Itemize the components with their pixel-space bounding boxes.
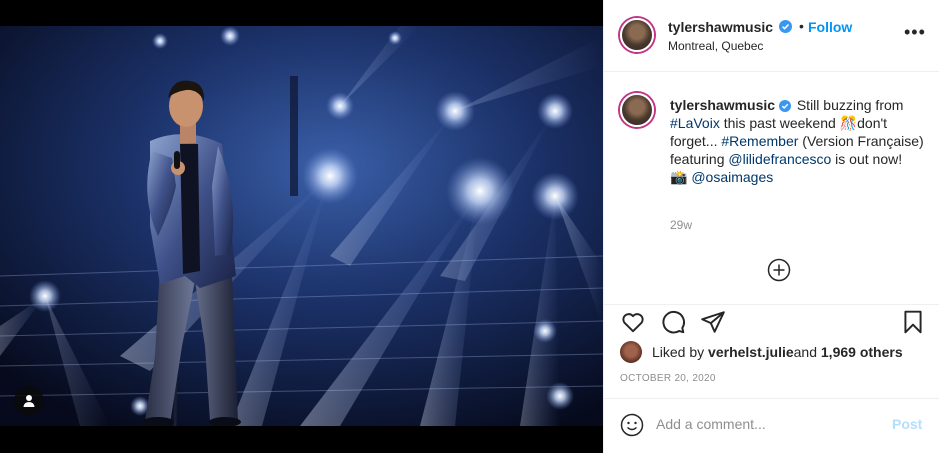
verified-badge-icon [778,100,791,112]
photo-letterbox-bottom [0,426,603,453]
party-emoji: 🎊 [839,115,858,131]
post-comment-button[interactable]: Post [892,416,922,432]
caption-username[interactable]: tylershawmusic [670,97,775,113]
plus-circle-icon[interactable] [767,258,791,282]
user-tag-icon [23,395,35,407]
camera-emoji: 📸 [670,169,688,185]
caption-segment: Still buzzing from [792,97,904,113]
post-photo[interactable] [0,0,603,453]
hashtag-link[interactable]: #Remember [721,133,798,149]
post-location[interactable]: Montreal, Quebec [668,39,763,53]
caption-text: tylershawmusic Still buzzing from #LaVoi… [670,96,932,186]
photo-letterbox-top [0,0,603,26]
comment-form: Post [604,398,939,453]
caption-timestamp[interactable]: 29w [670,218,692,232]
comment-input[interactable] [656,412,876,436]
likes-prefix: Liked by [652,344,705,360]
heart-icon[interactable] [620,309,646,335]
post-caption: tylershawmusic Still buzzing from #LaVoi… [604,72,939,304]
hashtag-link[interactable]: #LaVoix [670,115,720,131]
likes-summary: Liked by verhelst.julie and 1,969 others [620,341,903,363]
paper-plane-icon[interactable] [700,309,726,335]
caption-author-avatar[interactable] [620,93,654,127]
post-actions [604,304,939,338]
likes-and: and [793,344,817,360]
smiley-icon[interactable] [620,413,644,437]
post-header: tylershawmusic • Follow Montreal, Quebec… [604,0,939,72]
bookmark-icon[interactable] [900,309,926,335]
post-details-panel: tylershawmusic • Follow Montreal, Quebec… [603,0,939,453]
author-username[interactable]: tylershawmusic [668,19,773,35]
mention-link[interactable]: @osaimages [691,169,773,185]
verified-badge-icon [779,20,792,33]
caption-segment: is out now! [831,151,903,167]
more-options-button[interactable]: ••• [904,23,926,41]
user-tag-button[interactable] [14,386,44,416]
liker-username[interactable]: verhelst.julie [708,344,794,360]
mention-link[interactable]: @lilidefrancesco [728,151,831,167]
caption-segment: this past weekend [719,115,840,131]
likes-others-link[interactable]: 1,969 others [821,344,903,360]
post-date[interactable]: OCTOBER 20, 2020 [620,373,716,384]
comment-icon[interactable] [660,309,686,335]
header-separator: • [799,18,804,34]
author-avatar[interactable] [620,18,654,52]
follow-button[interactable]: Follow [808,19,852,35]
liker-avatar[interactable] [620,341,642,363]
stage-performance-image [0,26,603,426]
